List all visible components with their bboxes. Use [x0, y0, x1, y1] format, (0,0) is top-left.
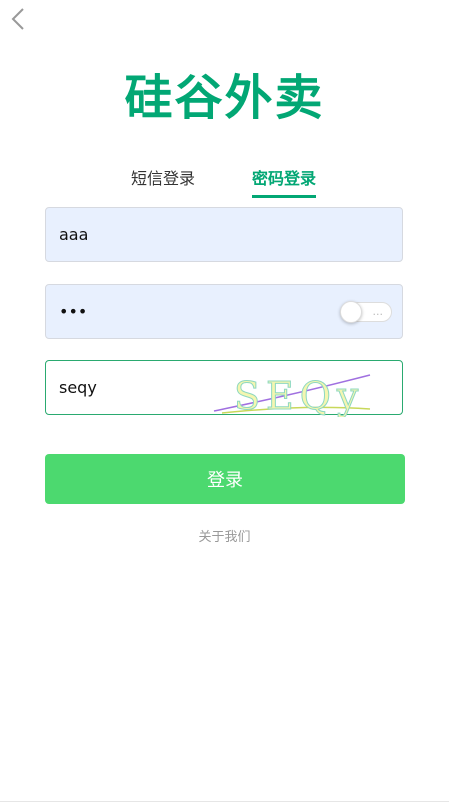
captcha-field-box: SEQy — [45, 360, 403, 417]
login-tabs: 短信登录 密码登录 — [0, 168, 449, 198]
toggle-text: ... — [372, 305, 384, 318]
login-page: 硅谷外卖 短信登录 密码登录 ... SEQy 登录 关于我们 — [0, 0, 449, 802]
login-button[interactable]: 登录 — [45, 454, 405, 504]
about-us-link[interactable]: 关于我们 — [0, 526, 449, 545]
password-visibility-toggle[interactable]: ... — [340, 301, 392, 323]
password-input[interactable] — [59, 285, 259, 338]
toggle-switch-icon — [340, 301, 362, 323]
back-button[interactable] — [8, 6, 30, 32]
username-input[interactable] — [59, 208, 259, 261]
chevron-left-icon — [11, 8, 24, 30]
app-title: 硅谷外卖 — [124, 70, 325, 126]
username-field-box — [45, 207, 403, 262]
captcha-text: SEQy — [234, 374, 364, 417]
password-field-box: ... — [45, 284, 403, 339]
tab-password-login[interactable]: 密码登录 — [252, 168, 317, 198]
captcha-image[interactable]: SEQy — [212, 369, 372, 417]
tab-sms-login[interactable]: 短信登录 — [131, 168, 195, 195]
